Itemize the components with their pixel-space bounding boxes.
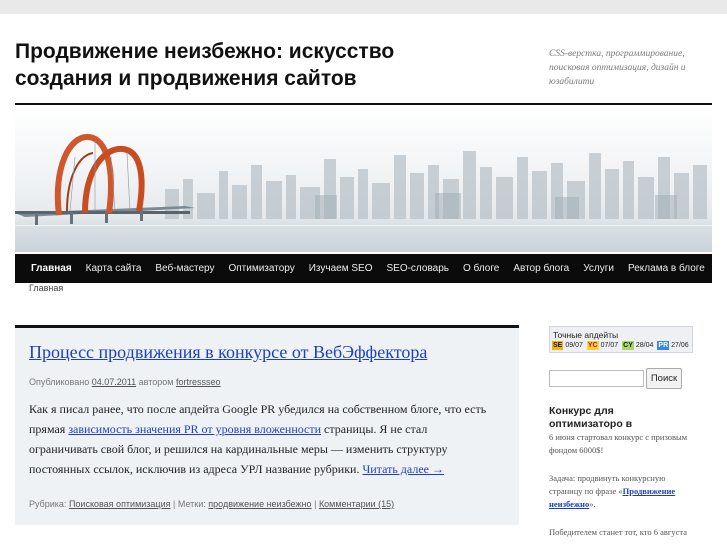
post-category-link[interactable]: Поисковая оптимизация — [69, 499, 171, 509]
post-title-link[interactable]: Процесс продвижения в конкурсе от ВебЭфф… — [29, 342, 427, 363]
update-value-yc: 07/07 — [600, 342, 619, 349]
post-article: Процесс продвижения в конкурсе от ВебЭфф… — [15, 325, 519, 525]
site-title[interactable]: Продвижение неизбежно: искусство создани… — [15, 38, 485, 92]
post-footer-separator: | — [173, 499, 176, 509]
contest-widget-text-2-suffix: ». — [589, 499, 596, 509]
post-footer-separator: | — [314, 499, 317, 509]
updates-widget[interactable]: Точные апдейты SE 09/07 YC 07/07 CY 28/0… — [549, 326, 693, 353]
nav-item-webmaster[interactable]: Веб-мастеру — [148, 254, 221, 283]
update-badge-se: SE — [552, 341, 564, 350]
read-more-link[interactable]: Читать далее → — [362, 462, 444, 476]
post-author-prefix: автором — [138, 377, 174, 387]
update-value-pr: 27/06 — [671, 342, 689, 349]
nav-item-advertising[interactable]: Реклама в блоге — [621, 254, 712, 283]
post-author-link[interactable]: fortressseo — [176, 377, 221, 387]
post-tag-link[interactable]: продвижение неизбежно — [208, 499, 311, 509]
nav-item-about-blog[interactable]: О блоге — [456, 254, 506, 283]
header-divider — [15, 103, 712, 105]
update-badge-cy: CY — [622, 341, 634, 350]
site-title-line-2[interactable]: создания и продвижения сайтов — [15, 65, 485, 92]
nav-item-seo-dictionary[interactable]: SEO-словарь — [379, 254, 456, 283]
site-description: CSS-верстка, программирование, поисковая… — [549, 49, 686, 87]
site-title-line-1[interactable]: Продвижение неизбежно: искусство — [15, 38, 485, 65]
contest-widget-text-3: Победителем станет тот, кто 6 августа — [549, 527, 687, 537]
post-tags-prefix: Метки: — [177, 499, 206, 509]
post-footer: Рубрика: Поисковая оптимизация | Метки: … — [29, 499, 394, 509]
update-value-cy: 28/04 — [635, 342, 654, 349]
main-navigation: Главная Карта сайта Веб-мастеру Оптимиза… — [15, 254, 712, 283]
nav-item-blog-author[interactable]: Автор блога — [506, 254, 576, 283]
header-image-illustration — [15, 107, 712, 252]
post-category-prefix: Рубрика: — [29, 499, 67, 509]
post-body-link[interactable]: зависимость значения PR от уровня вложен… — [68, 422, 321, 436]
page: Продвижение неизбежно: искусство создани… — [0, 14, 727, 545]
post-meta: Опубликовано 04.07.2011 автором fortress… — [29, 377, 221, 387]
update-badge-yc: YC — [586, 341, 599, 350]
contest-widget-text-2: Задача: продвинуть конкурсную страницу п… — [549, 472, 689, 511]
updates-row: SE 09/07 YC 07/07 CY 28/04 PR 27/06 — [552, 341, 691, 350]
nav-item-optimizer[interactable]: Оптимизатору — [221, 254, 301, 283]
nav-item-learn-seo[interactable]: Изучаем SEO — [302, 254, 380, 283]
nav-item-services[interactable]: Услуги — [576, 254, 621, 283]
contest-widget-title: Конкурс для оптимизаторо в — [549, 405, 633, 430]
search-button[interactable]: Поиск — [646, 368, 682, 389]
post-comments-link[interactable]: Комментарии (15) — [319, 499, 394, 509]
header-image[interactable] — [15, 107, 712, 252]
post-divider — [15, 325, 519, 328]
post-date-link[interactable]: 04.07.2011 — [92, 377, 136, 387]
post-body: Как я писал ранее, что после апдейта Goo… — [29, 399, 489, 479]
updates-title: Точные апдейты — [553, 330, 619, 340]
contest-widget-text-1: 6 июня стартовал конкурс с призовым фонд… — [549, 432, 688, 455]
update-badge-pr: PR — [657, 341, 670, 350]
post-meta-prefix: Опубликовано — [29, 377, 90, 387]
search-input[interactable] — [549, 370, 644, 387]
update-value-se: 09/07 — [565, 342, 583, 349]
nav-item-sitemap[interactable]: Карта сайта — [79, 254, 149, 283]
nav-item-home[interactable]: Главная — [15, 254, 79, 283]
breadcrumb: Главная — [29, 283, 64, 293]
